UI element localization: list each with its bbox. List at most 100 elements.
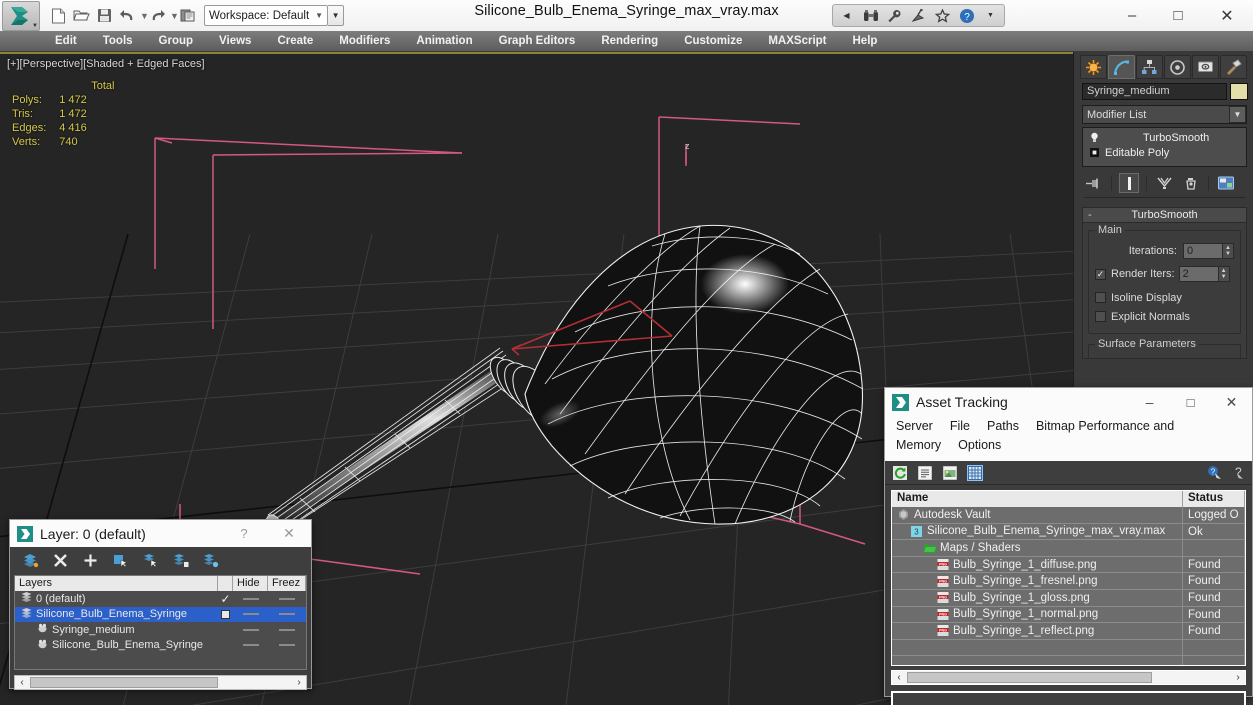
select-highlight-icon[interactable]	[142, 552, 159, 569]
thumbnail-view-icon[interactable]	[942, 465, 958, 481]
menu-item-customize[interactable]: Customize	[671, 31, 755, 52]
menu-item-tools[interactable]: Tools	[90, 31, 146, 52]
menu-item-edit[interactable]: Edit	[42, 31, 90, 52]
modify-tab[interactable]	[1108, 55, 1135, 79]
close-button[interactable]: ✕	[1201, 0, 1253, 31]
grid-view-icon[interactable]	[967, 464, 983, 481]
collapse-icon[interactable]: -	[1088, 209, 1092, 221]
maximize-button[interactable]: □	[1155, 0, 1201, 31]
asset-row[interactable]: 3 Silicone_Bulb_Enema_Syringe_max_vray.ma…	[892, 523, 1245, 541]
menu-item-rendering[interactable]: Rendering	[588, 31, 671, 52]
layer-freeze-cell[interactable]	[268, 597, 306, 600]
scroll-right-icon[interactable]: ›	[292, 677, 306, 688]
isoline-display-checkbox[interactable]: ✓	[1095, 292, 1106, 303]
scroll-left-icon[interactable]: ‹	[892, 672, 906, 683]
column-name[interactable]: Name	[892, 491, 1183, 507]
rollout-header[interactable]: - TurboSmooth	[1083, 208, 1246, 223]
asset-menu-bitmap-performance-and-memory[interactable]: Bitmap Performance and Memory	[896, 419, 1174, 452]
create-tab[interactable]	[1080, 55, 1107, 79]
menu-item-views[interactable]: Views	[206, 31, 264, 52]
save-file-icon[interactable]	[94, 5, 115, 26]
add-layer-icon[interactable]	[82, 552, 99, 569]
column-hide[interactable]: Hide	[233, 576, 268, 591]
modifier-stack[interactable]: TurboSmooth Editable Poly	[1082, 127, 1247, 167]
asset-menu-options[interactable]: Options	[958, 438, 1001, 452]
menu-item-maxscript[interactable]: MAXScript	[755, 31, 839, 52]
asset-tracking-window[interactable]: Asset Tracking – □ ✕ Server File Paths Bitm…	[884, 387, 1253, 705]
help-question-icon[interactable]: ?	[1229, 465, 1245, 481]
render-iters-checkbox[interactable]: ✓	[1095, 268, 1106, 280]
new-file-icon[interactable]	[48, 5, 69, 26]
modifier-list-dropdown[interactable]: Modifier List ▼	[1082, 105, 1247, 124]
satellite-icon[interactable]	[910, 7, 927, 24]
asset-menu-file[interactable]: File	[950, 419, 970, 433]
current-layer-checkbox[interactable]	[221, 609, 230, 619]
explicit-normals-checkbox[interactable]: ✓	[1095, 311, 1106, 322]
scroll-left-icon[interactable]: ‹	[15, 677, 29, 688]
smooth-result-row[interactable]: ✓ Smooth Result	[1095, 356, 1234, 358]
add-selection-icon[interactable]	[172, 552, 189, 569]
layer-freeze-cell[interactable]	[268, 644, 306, 647]
layer-row[interactable]: 0 (default) ✓	[15, 591, 306, 607]
asset-menu-server[interactable]: Server	[896, 419, 933, 433]
hierarchy-tab[interactable]	[1136, 55, 1163, 79]
asset-row[interactable]: PNG Bulb_Syringe_1_fresnel.png Found	[892, 573, 1245, 590]
modifier-stack-item-turbosmooth[interactable]: TurboSmooth	[1085, 130, 1246, 145]
select-objects-icon[interactable]	[112, 552, 129, 569]
isoline-display-row[interactable]: ✓ Isoline Display	[1095, 288, 1234, 307]
help-icon[interactable]: ?	[958, 7, 975, 24]
object-name-field[interactable]: Syringe_medium	[1082, 83, 1227, 100]
column-freeze[interactable]: Freez	[268, 576, 306, 591]
object-color-swatch[interactable]	[1230, 83, 1248, 100]
delete-layer-icon[interactable]	[52, 552, 69, 569]
layer-freeze-cell[interactable]	[268, 628, 306, 631]
asset-maximize-button[interactable]: □	[1170, 388, 1211, 416]
scrollbar-thumb[interactable]	[907, 672, 1152, 683]
logo-dropdown-caret[interactable]: ▼	[32, 23, 38, 29]
asset-list[interactable]: Name Status Autodesk Vault Logged O 3 Silic…	[891, 490, 1246, 666]
project-folder-icon[interactable]	[177, 5, 198, 26]
make-unique-icon[interactable]	[1154, 173, 1174, 193]
wrench-icon[interactable]	[886, 7, 903, 24]
iterations-stepper[interactable]: ▲ ▼	[1223, 243, 1234, 259]
menu-item-modifiers[interactable]: Modifiers	[326, 31, 403, 52]
refresh-icon[interactable]	[892, 465, 908, 481]
layer-hide-cell[interactable]	[233, 613, 268, 616]
layer-row[interactable]: Silicone_Bulb_Enema_Syringe	[15, 638, 306, 654]
asset-row[interactable]: PNG Bulb_Syringe_1_diffuse.png Found	[892, 556, 1245, 574]
star-icon[interactable]	[934, 7, 951, 24]
asset-row[interactable]: PNG Bulb_Syringe_1_reflect.png Found	[892, 623, 1245, 640]
layer-current-cell[interactable]: ✓	[218, 592, 233, 606]
scroll-right-icon[interactable]: ›	[1231, 672, 1245, 683]
binoculars-icon[interactable]	[862, 7, 879, 24]
asset-menu-paths[interactable]: Paths	[987, 419, 1019, 433]
menu-item-graph-editors[interactable]: Graph Editors	[486, 31, 589, 52]
workspace-dropdown-button[interactable]: ▼	[328, 5, 345, 26]
redo-icon[interactable]	[147, 5, 168, 26]
layer-hide-cell[interactable]	[233, 628, 268, 631]
explicit-normals-row[interactable]: ✓ Explicit Normals	[1095, 307, 1234, 326]
layer-hide-cell[interactable]	[233, 644, 268, 647]
help-dropdown-icon[interactable]: ▼	[982, 7, 999, 24]
iterations-field[interactable]: 0	[1183, 243, 1223, 259]
column-current[interactable]	[218, 576, 233, 591]
layer-hide-cell[interactable]	[233, 597, 268, 600]
column-layers[interactable]: Layers	[15, 576, 218, 591]
redo-dropdown-icon[interactable]: ▼	[170, 11, 179, 21]
pin-stack-icon[interactable]	[1084, 173, 1104, 193]
layer-help-button[interactable]: ?	[221, 520, 267, 548]
layer-window[interactable]: Layer: 0 (default) ? ✕ Layers Hide Freez…	[9, 519, 312, 690]
layer-close-button[interactable]: ✕	[267, 520, 311, 548]
minimize-button[interactable]: –	[1109, 0, 1155, 31]
display-tab[interactable]	[1192, 55, 1219, 79]
show-end-result-icon[interactable]	[1119, 173, 1139, 193]
layer-list-hscrollbar[interactable]: ‹ ›	[14, 675, 307, 690]
list-view-icon[interactable]	[917, 465, 933, 481]
asset-list-hscrollbar[interactable]: ‹ ›	[891, 670, 1246, 685]
asset-minimize-button[interactable]: –	[1129, 388, 1170, 416]
asset-row[interactable]: Maps / Shaders	[892, 540, 1245, 557]
motion-tab[interactable]	[1164, 55, 1191, 79]
help-pointer-icon[interactable]: ?	[1206, 465, 1222, 481]
undo-icon[interactable]	[117, 5, 138, 26]
modifier-stack-item-editablepoly[interactable]: Editable Poly	[1085, 145, 1246, 160]
